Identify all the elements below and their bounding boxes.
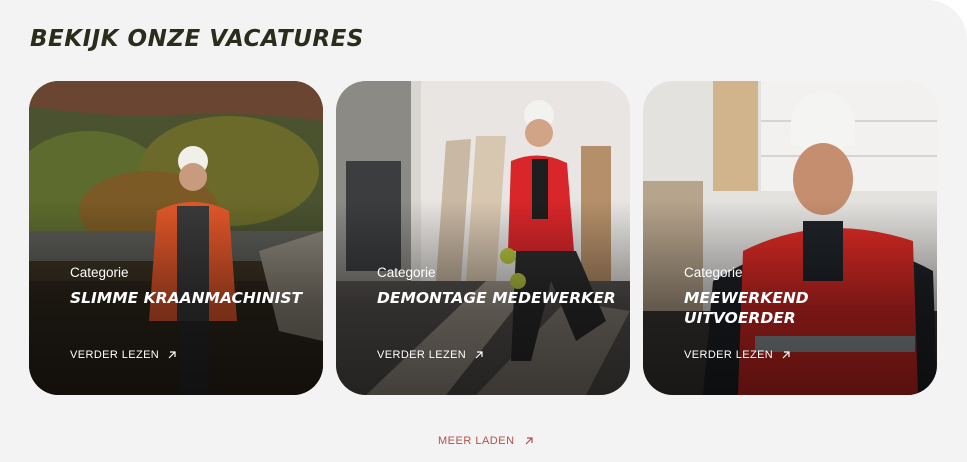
read-more-link[interactable]: VERDER LEZEN [70,349,177,361]
load-more-label: MEER LADEN [438,435,515,447]
card-title: SLIMME KRAANMACHINIST [70,289,303,307]
card-title: DEMONTAGE MEDEWERKER [377,289,616,307]
arrow-up-right-icon [525,437,533,445]
read-more-label: VERDER LEZEN [684,349,774,361]
arrow-up-right-icon [168,351,176,359]
vacancy-card-uitvoerder[interactable]: Categorie MEEWERKEND UITVOERDER VERDER L… [643,81,937,395]
read-more-label: VERDER LEZEN [70,349,160,361]
card-category: Categorie [684,265,743,280]
load-more-button[interactable]: MEER LADEN [438,435,534,447]
section-title: BEKIJK ONZE VACATURES [30,26,364,52]
read-more-link[interactable]: VERDER LEZEN [684,349,791,361]
card-category: Categorie [377,265,436,280]
card-title: MEEWERKEND UITVOERDER [684,289,809,327]
arrow-up-right-icon [475,351,483,359]
vacancy-card-kraanmachinist[interactable]: Categorie SLIMME KRAANMACHINIST VERDER L… [29,81,323,395]
arrow-up-right-icon [782,351,790,359]
read-more-link[interactable]: VERDER LEZEN [377,349,484,361]
vacancies-section: BEKIJK ONZE VACATURES Categorie SLIMME K… [0,0,967,462]
read-more-label: VERDER LEZEN [377,349,467,361]
vacancy-card-demontage[interactable]: Categorie DEMONTAGE MEDEWERKER VERDER LE… [336,81,630,395]
card-category: Categorie [70,265,129,280]
